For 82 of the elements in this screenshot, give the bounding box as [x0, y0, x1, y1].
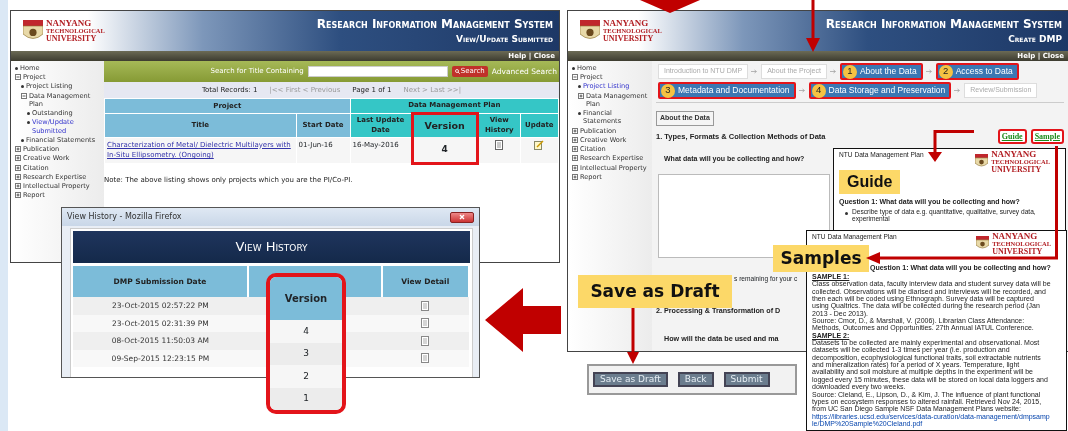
collapse-icon[interactable]	[572, 74, 578, 81]
logo-text: NANYANG	[46, 19, 93, 29]
sample-link[interactable]: Sample	[1030, 129, 1064, 144]
page-title: View/Update Submitted	[455, 33, 553, 47]
expand-icon[interactable]	[572, 136, 578, 143]
guide-label: Guide	[839, 169, 901, 194]
arrow-icon	[829, 69, 837, 74]
expand-icon[interactable]	[15, 155, 21, 162]
step-number: 4	[811, 83, 826, 98]
window-title: View History - Mozilla Firefox	[67, 211, 182, 223]
expand-icon[interactable]	[15, 192, 21, 199]
arrow-icon	[925, 69, 933, 74]
guide-link[interactable]: Guide	[997, 129, 1027, 144]
table-cell-text: 3	[303, 347, 309, 360]
logo-text: UNIVERSITY	[991, 165, 1043, 174]
bullet-icon	[21, 85, 24, 89]
back-button[interactable]: Back	[677, 371, 714, 388]
table-cell: 2	[303, 369, 309, 383]
pointer-arrow	[806, 0, 820, 52]
expand-icon[interactable]	[15, 183, 21, 190]
expand-icon[interactable]	[15, 146, 21, 153]
system-title: Research Information Management System	[825, 16, 1062, 34]
save-draft-label: Save as Draft	[578, 275, 732, 308]
expand-icon[interactable]	[572, 173, 578, 180]
step-number: 2	[938, 64, 953, 79]
expand-icon[interactable]	[572, 146, 578, 153]
table-cell: 4	[441, 144, 448, 154]
step-tab[interactable]: 2 Access to Data	[935, 63, 1019, 80]
bullet-icon	[578, 85, 581, 89]
step-tab[interactable]: 4 Data Storage and Preservation	[808, 82, 952, 99]
samples-label: Samples	[773, 245, 869, 272]
document-icon[interactable]	[421, 300, 430, 311]
column-header: Version	[424, 119, 465, 131]
bullet-icon	[578, 112, 581, 116]
step-number: 1	[842, 64, 857, 79]
popup-banner: View History	[73, 231, 470, 263]
bullet-icon	[845, 212, 848, 215]
table-cell-text: 1	[303, 392, 309, 405]
search-icon	[454, 69, 460, 74]
collapse-icon[interactable]	[15, 74, 21, 81]
logo-text: NANYANG	[603, 19, 650, 29]
system-title: Research Information Management System	[316, 16, 553, 34]
arrow-icon	[798, 88, 806, 93]
logo-text: NANYANG	[991, 150, 1038, 159]
step-tab[interactable]: 3 Metadata and Documentation	[658, 82, 796, 99]
document-icon[interactable]	[421, 335, 430, 346]
logo-text: NANYANG	[992, 232, 1039, 241]
bullet-icon	[572, 67, 575, 70]
pointer-arrow	[627, 308, 639, 364]
save-draft-button[interactable]: Save as Draft	[593, 371, 668, 388]
collapse-icon[interactable]	[21, 92, 27, 99]
expand-icon[interactable]	[572, 155, 578, 162]
column-header: Version	[284, 292, 328, 306]
bullet-icon	[27, 121, 30, 125]
edit-icon[interactable]	[534, 139, 545, 150]
document-icon[interactable]	[421, 353, 430, 364]
bullet-icon	[15, 67, 18, 70]
expand-icon[interactable]	[15, 164, 21, 171]
logo-text: UNIVERSITY	[603, 34, 655, 43]
document-icon[interactable]	[495, 139, 504, 150]
bullet-icon	[27, 112, 30, 116]
document-icon[interactable]	[421, 318, 430, 329]
logo-text: UNIVERSITY	[992, 247, 1044, 256]
arrow-icon	[751, 69, 759, 74]
step-number: 3	[661, 83, 675, 98]
arrow-icon	[954, 88, 962, 93]
step-tab[interactable]: 1 About the Data	[839, 63, 923, 80]
university-crest-icon	[976, 236, 990, 252]
pointer-arrow	[640, 0, 700, 13]
close-button[interactable]	[450, 211, 474, 223]
university-crest-icon	[975, 154, 989, 170]
expand-icon[interactable]	[572, 164, 578, 171]
table-cell: 4	[303, 324, 309, 338]
search-field[interactable]	[307, 66, 448, 77]
expand-icon[interactable]	[15, 173, 21, 180]
bullet-icon	[21, 138, 24, 142]
page-title: Create DMP	[1007, 33, 1062, 47]
close-icon	[459, 214, 465, 220]
expand-icon[interactable]	[578, 92, 584, 99]
submit-button[interactable]: Submit	[723, 371, 770, 388]
logo-text: UNIVERSITY	[46, 34, 98, 43]
expand-icon[interactable]	[572, 127, 578, 134]
